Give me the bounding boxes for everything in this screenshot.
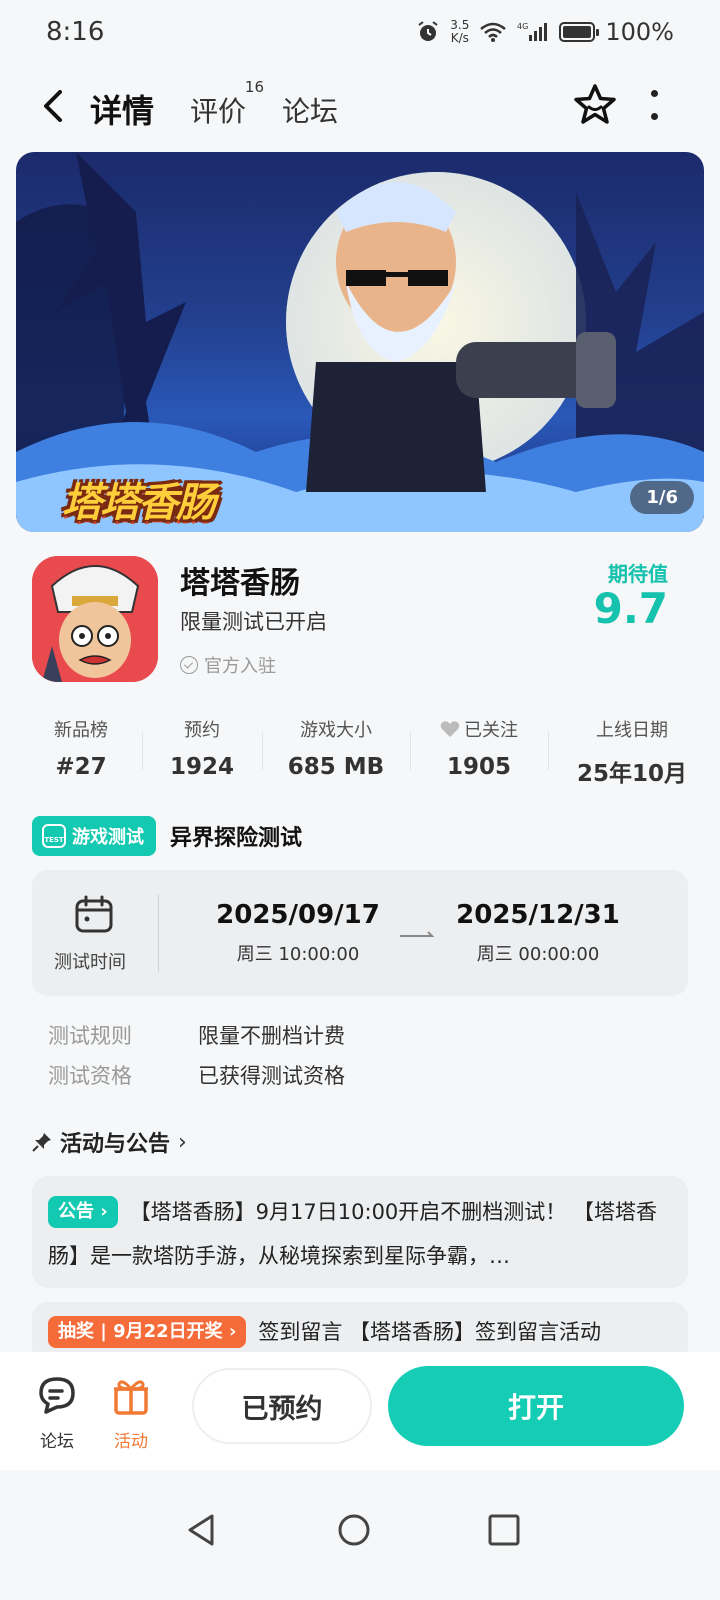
system-recents-icon[interactable] [484,1510,524,1550]
game-test-header: TEST 游戏测试 异界探险测试 [32,816,302,856]
svg-text:4G: 4G [517,22,528,31]
test-rules: 测试规则 限量不删档计费 测试资格 已获得测试资格 [48,1016,345,1096]
tab-details[interactable]: 详情 [86,86,159,132]
system-back-icon[interactable] [182,1510,222,1550]
banner-game-logo: 塔塔香肠 [62,480,216,526]
battery-icon [559,22,600,42]
favorite-star-icon[interactable] [572,82,618,128]
divider [548,732,549,770]
banner-carousel[interactable]: 塔塔香肠 1/6 [16,152,704,532]
bottom-forum-button[interactable]: 论坛 [36,1374,78,1452]
review-count: 16 [244,78,265,96]
game-test-badge: TEST 游戏测试 [32,816,156,856]
app-icon [32,556,158,682]
app-subtitle: 限量测试已开启 [180,610,327,634]
test-start: 2025/09/17 周三 10:00:00 [216,900,380,965]
app-name: 塔塔香肠 [180,566,300,601]
gift-icon [114,1380,148,1415]
bottom-action-bar: 论坛 活动 已预约 打开 [0,1352,720,1470]
divider [410,732,411,770]
battery-percent: 100% [605,18,674,46]
activities-header[interactable]: 活动与公告 › [32,1126,187,1158]
reserved-button[interactable]: 已预约 [192,1368,372,1444]
announcement-text: 【塔塔香肠】9月17日10:00开启不删档测试！ 【塔塔香肠】是一款塔防手游，从… [48,1200,657,1268]
top-nav: 详情 评价 16 论坛 [0,72,720,142]
verified-check-icon [180,656,198,674]
announcement-badge: 公告 › [48,1196,118,1228]
chevron-right-icon: › [178,1129,187,1155]
heart-icon [440,721,460,737]
announcement-card[interactable]: 公告 › 【塔塔香肠】9月17日10:00开启不删档测试！ 【塔塔香肠】是一款塔防… [32,1176,688,1288]
status-bar: 8:16 3.5 K/s 4G 100% [0,0,720,64]
network-speed: 3.5 K/s [450,18,470,45]
tab-forum[interactable]: 论坛 [282,90,338,130]
pin-icon [32,1133,51,1152]
more-icon[interactable] [648,90,660,120]
stat-reservations: 预约 1924 [169,720,234,780]
divider [158,894,159,972]
rule-row: 测试规则 限量不删档计费 [48,1024,345,1048]
test-icon: TEST [42,824,66,848]
expectation-score: 期待值 9.7 [593,562,668,633]
rule-row: 测试资格 已获得测试资格 [48,1064,345,1088]
back-icon[interactable] [36,86,72,126]
calendar-icon [75,895,113,933]
test-time-label: 测试时间 [54,952,126,973]
stat-new-rank[interactable]: 新品榜 #27 [38,716,124,780]
bottom-activity-button[interactable]: 活动 [110,1374,152,1452]
banner-page-counter: 1/6 [630,481,694,514]
test-time-card: 测试时间 2025/09/17 周三 10:00:00 2025/12/31 周… [32,870,688,996]
test-title: 异界探险测试 [170,826,303,851]
wifi-icon [480,22,507,42]
stat-followers: 已关注 1905 [428,716,530,780]
alarm-icon [418,21,438,41]
open-button[interactable]: 打开 [388,1366,684,1446]
stat-game-size: 游戏大小 685 MB [287,720,385,780]
forum-chat-icon [39,1377,75,1414]
test-end: 2025/12/31 周三 00:00:00 [456,900,620,965]
official-badge: 官方入驻 [180,652,276,678]
stat-release-date: 上线日期 25年10月 [576,720,687,787]
app-info: 塔塔香肠 限量测试已开启 官方入驻 期待值 9.7 [32,556,688,686]
tab-reviews[interactable]: 评价 16 [190,78,264,130]
lottery-text: 签到留言 【塔塔香肠】签到留言活动 [258,1320,602,1344]
status-time: 8:16 [46,17,105,47]
arrow-right-icon [400,931,434,937]
system-home-icon[interactable] [334,1510,374,1550]
status-icons: 3.5 K/s 4G 100% [416,18,674,46]
divider [262,732,263,770]
divider [142,732,143,770]
lottery-badge: 抽奖 | 9月22日开奖 › [48,1316,247,1348]
system-navigation-bar [0,1470,720,1600]
signal-icon: 4G [517,22,548,41]
stats-row: 新品榜 #27 预约 1924 游戏大小 685 MB 已关注 1905 上线日期 25年… [0,716,720,787]
